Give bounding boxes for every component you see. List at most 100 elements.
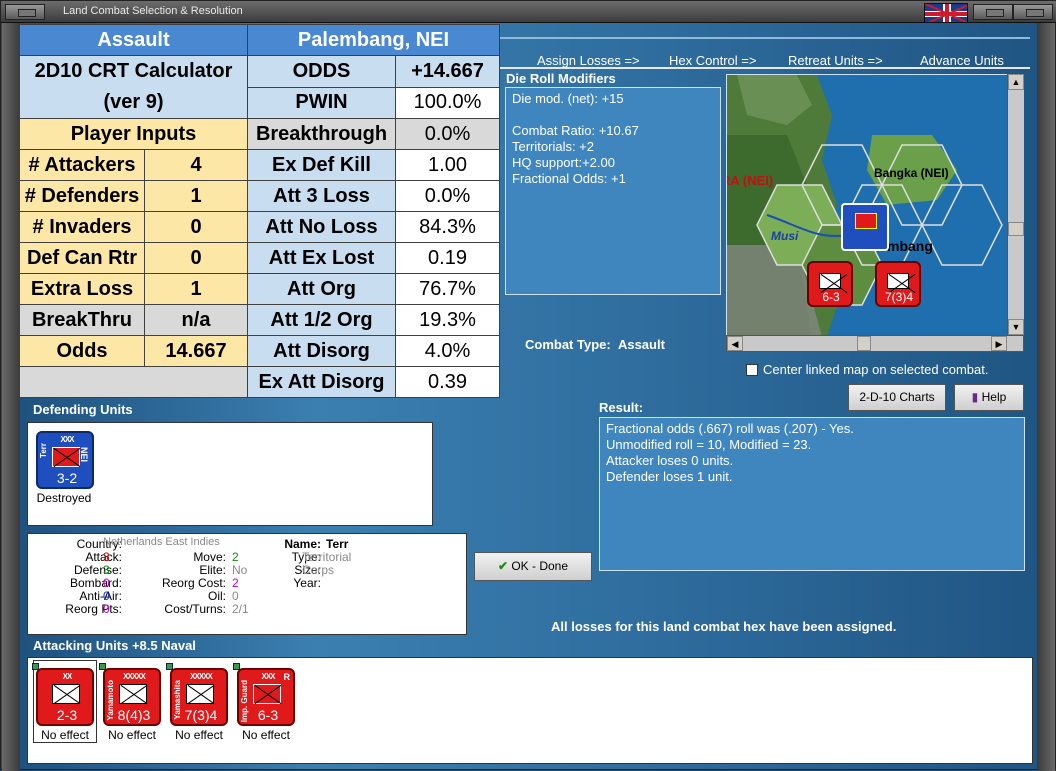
- stat-type: Territorial: [302, 550, 352, 564]
- crt-result-label: Att Ex Lost: [247, 242, 396, 274]
- crt-result-label: Ex Att Disorg: [247, 366, 396, 398]
- tab-retreat-units[interactable]: Retreat Units =>: [788, 53, 883, 68]
- crt-header-combat: Assault: [19, 24, 248, 56]
- die-roll-line: [512, 107, 714, 123]
- die-roll-title: Die Roll Modifiers: [506, 71, 616, 86]
- unit-stats-box: Country: Netherlands East Indies Attack:…: [27, 533, 467, 635]
- map-unit-strength: 7(3)4: [884, 290, 913, 304]
- input-label: # Defenders: [19, 180, 145, 212]
- result-line: Unmodified roll = 10, Modified = 23.: [606, 437, 812, 452]
- stat-reorgcost: 2: [232, 576, 239, 590]
- map-horizontal-scrollbar[interactable]: ◀ ▶: [726, 335, 1024, 352]
- stat-elite: No: [232, 563, 248, 577]
- stat-label: Name:: [284, 537, 321, 551]
- linked-map[interactable]: RA (NEI) Bangka (NEI) Musi mbang 6-3 7(3…: [726, 74, 1024, 336]
- stat-oil: 0: [232, 589, 239, 603]
- window-menu-button[interactable]: [5, 4, 45, 20]
- unit-status: No effect: [242, 728, 290, 742]
- input-value: 14.667: [144, 335, 248, 367]
- stat-attack: 3: [103, 550, 110, 564]
- center-linked-label: Center linked map on selected combat.: [763, 362, 989, 377]
- crt-result-value: 0.0%: [395, 118, 500, 150]
- minimize-button[interactable]: [973, 4, 1013, 20]
- crt-result-label: Att No Loss: [247, 211, 396, 243]
- scroll-right-icon[interactable]: ▶: [991, 336, 1007, 351]
- defending-unit-counter[interactable]: XXX Terr NEI 3-2: [36, 431, 94, 489]
- scroll-down-icon[interactable]: ▼: [1008, 319, 1024, 335]
- defending-units-title: Defending Units: [33, 402, 133, 417]
- map-unit-counter[interactable]: 6-3: [807, 261, 853, 307]
- unit-side: NEI: [79, 447, 89, 463]
- die-roll-line: Die mod. (net): +15: [512, 91, 624, 106]
- die-roll-line: HQ support:+2.00: [512, 155, 615, 170]
- map-unit-counter[interactable]: 7(3)4: [875, 261, 921, 307]
- die-roll-line: Combat Ratio: +10.67: [512, 123, 639, 138]
- die-roll-modifiers-box: Die mod. (net): +15 Combat Ratio: +10.67…: [505, 87, 721, 295]
- tab-assign-losses[interactable]: Assign Losses =>: [537, 53, 640, 68]
- right-frame: [1037, 23, 1055, 771]
- stat-label: Move:: [193, 550, 226, 564]
- input-value[interactable]: 4: [144, 149, 248, 181]
- attacking-unit-counter[interactable]: XXX R Imp. Guard 6-3: [237, 668, 295, 726]
- input-value[interactable]: 1: [144, 180, 248, 212]
- crt-calculator-table: Assault Palembang, NEI 2D10 CRT Calculat…: [19, 24, 500, 398]
- crt-result-label: Att 1/2 Org: [247, 304, 396, 336]
- map-unit-strength: 6-3: [822, 290, 840, 304]
- combat-window: Land Combat Selection & Resolution Assau…: [0, 0, 1056, 771]
- unit-status: No effect: [41, 728, 89, 742]
- unit-strength: 2-3: [56, 707, 78, 723]
- checkmark-icon: ✔: [497, 559, 508, 573]
- help-button[interactable]: ▮ Help: [954, 384, 1024, 411]
- result-title: Result:: [599, 400, 644, 415]
- stat-name: Terr: [326, 537, 349, 551]
- scroll-thumb[interactable]: [1008, 222, 1024, 236]
- crt-result-value: 100.0%: [395, 86, 500, 119]
- map-label-palembang: mbang: [887, 238, 933, 254]
- unit-size: XX: [62, 672, 73, 681]
- title-bar: Land Combat Selection & Resolution: [1, 1, 1056, 23]
- ok-done-button[interactable]: ✔ OK - Done: [474, 552, 592, 581]
- input-value[interactable]: 0: [144, 242, 248, 274]
- tab-hex-control[interactable]: Hex Control =>: [669, 53, 756, 68]
- result-line: Attacker loses 0 units.: [606, 453, 734, 468]
- input-value[interactable]: 1: [144, 273, 248, 305]
- attacking-unit-counter[interactable]: XXXXX Yamamoto 8(4)3: [103, 668, 161, 726]
- tab-advance-units[interactable]: Advance Units: [920, 53, 1004, 68]
- stat-size: Corps: [302, 563, 335, 577]
- attacking-unit-counter[interactable]: XX 2-3: [36, 668, 94, 726]
- crt-result-value: +14.667: [395, 55, 500, 88]
- scroll-up-icon[interactable]: ▲: [1008, 74, 1024, 90]
- stat-label: Oil:: [208, 589, 226, 603]
- crt-result-value: 4.0%: [395, 335, 500, 367]
- close-button[interactable]: [1013, 4, 1053, 20]
- attacking-unit-counter[interactable]: XXXXX Yamashita 7(3)4: [170, 668, 228, 726]
- input-label: Def Can Rtr: [19, 242, 145, 274]
- input-value[interactable]: 0: [144, 211, 248, 243]
- map-label-bangka: Bangka (NEI): [874, 166, 949, 180]
- crt-result-label: Ex Def Kill: [247, 149, 396, 181]
- crt-result-value: 76.7%: [395, 273, 500, 305]
- stat-label: Cost/Turns:: [164, 602, 226, 616]
- crt-empty-cell: [19, 366, 248, 398]
- scroll-thumb[interactable]: [857, 336, 871, 351]
- crt-header-location: Palembang, NEI: [247, 24, 500, 56]
- scroll-left-icon[interactable]: ◀: [727, 336, 743, 351]
- result-box: Fractional odds (.667) roll was (.207) -…: [599, 417, 1025, 571]
- window-title: Land Combat Selection & Resolution: [63, 5, 243, 17]
- crt-result-value: 0.19: [395, 242, 500, 274]
- map-selected-hex-stack[interactable]: [841, 203, 889, 251]
- result-line: Fractional odds (.667) roll was (.207) -…: [606, 421, 854, 436]
- map-vertical-scrollbar[interactable]: ▲ ▼: [1007, 74, 1024, 336]
- center-linked-checkbox-row[interactable]: Center linked map on selected combat.: [746, 362, 988, 377]
- charts-button[interactable]: 2-D-10 Charts: [848, 384, 946, 411]
- crt-result-label: Att Disorg: [247, 335, 396, 367]
- unit-strength: 8(4)3: [117, 707, 151, 723]
- stat-label: Bombard:: [69, 576, 122, 590]
- combat-type: Combat Type: Assault: [525, 337, 665, 352]
- defending-units-box: XXX Terr NEI 3-2 Destroyed: [27, 422, 433, 526]
- result-line: Defender loses 1 unit.: [606, 469, 733, 484]
- die-roll-line: Territorials: +2: [512, 139, 594, 154]
- attacking-units-title: Attacking Units +8.5 Naval: [33, 638, 196, 653]
- center-linked-checkbox[interactable]: [746, 363, 758, 376]
- crt-result-label: Breakthrough: [247, 118, 396, 150]
